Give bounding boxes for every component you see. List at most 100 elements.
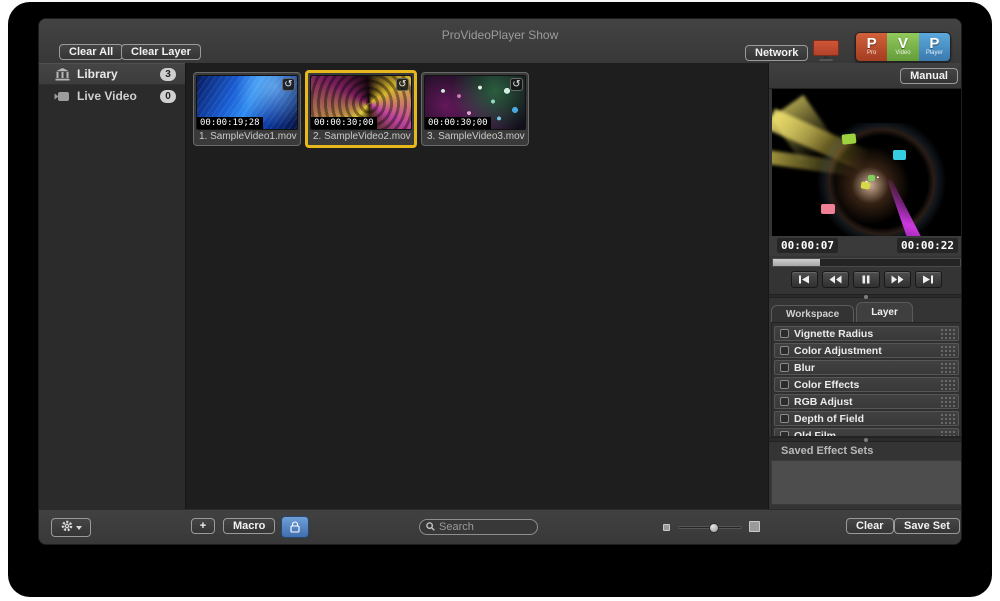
bottom-bar: + Macro Clea bbox=[39, 509, 961, 545]
logo-letter: P bbox=[929, 37, 939, 50]
playback-progress-bar[interactable] bbox=[772, 258, 961, 267]
timecode-strip: 00:00:07 00:00:22 bbox=[769, 236, 962, 256]
clear-button[interactable]: Clear bbox=[846, 518, 894, 534]
display-base bbox=[819, 59, 833, 61]
logo-cell-player: P Player bbox=[919, 33, 950, 61]
display-icon[interactable] bbox=[813, 40, 839, 62]
effect-checkbox[interactable] bbox=[780, 397, 789, 406]
skip-to-start-button[interactable] bbox=[791, 271, 818, 288]
clear-all-button[interactable]: Clear All bbox=[59, 44, 123, 60]
logo-letter: P bbox=[867, 37, 877, 50]
preview-header: Manual bbox=[769, 63, 962, 89]
effect-row-color-adjustment[interactable]: Color Adjustment bbox=[774, 343, 959, 358]
inspector-tabs: Workspace Layer bbox=[771, 302, 915, 322]
floating-square bbox=[868, 175, 875, 181]
network-button[interactable]: Network bbox=[745, 45, 808, 61]
clip-cell-2-selected[interactable]: 00:00:30;00 ↺ 2. SampleVideo2.mov bbox=[305, 70, 417, 148]
drag-handle-icon[interactable] bbox=[940, 379, 955, 390]
sidebar-item-live-video[interactable]: Live Video 0 bbox=[39, 85, 185, 107]
effect-label: Color Effects bbox=[794, 379, 940, 391]
clip-cell-1[interactable]: 00:00:19;28 ↺ 1. SampleVideo1.mov bbox=[193, 72, 301, 146]
preview-video bbox=[772, 89, 961, 236]
search-icon bbox=[426, 518, 435, 536]
library-count-badge: 3 bbox=[160, 68, 176, 81]
zoom-slider-track[interactable] bbox=[678, 526, 742, 529]
saved-effect-sets-list[interactable] bbox=[771, 460, 962, 505]
tab-workspace[interactable]: Workspace bbox=[771, 305, 854, 322]
panel-divider[interactable] bbox=[769, 294, 962, 298]
effect-checkbox[interactable] bbox=[780, 346, 789, 355]
tab-layer[interactable]: Layer bbox=[856, 302, 913, 322]
stage: ProVideoPlayer Show Clear All Clear Laye… bbox=[0, 0, 1000, 601]
zoom-slider-knob[interactable] bbox=[709, 523, 719, 533]
logo-letter: V bbox=[898, 37, 908, 50]
effect-row-blur[interactable]: Blur bbox=[774, 360, 959, 375]
effect-row-color-effects[interactable]: Color Effects bbox=[774, 377, 959, 392]
sidebar-item-library[interactable]: Library 3 bbox=[39, 63, 185, 85]
save-set-button[interactable]: Save Set bbox=[894, 518, 960, 534]
gear-icon bbox=[61, 520, 73, 535]
preview-artwork bbox=[772, 123, 961, 236]
library-icon bbox=[53, 67, 71, 81]
panel-divider[interactable] bbox=[769, 437, 962, 442]
effect-row-rgb-adjust[interactable]: RGB Adjust bbox=[774, 394, 959, 409]
media-bin-icon[interactable] bbox=[281, 516, 309, 538]
macro-button[interactable]: Macro bbox=[223, 518, 275, 534]
effect-label: Depth of Field bbox=[794, 413, 940, 425]
clip-thumbnail: 00:00:30;00 ↺ bbox=[424, 75, 526, 130]
clear-layer-button[interactable]: Clear Layer bbox=[121, 44, 201, 60]
loop-icon[interactable]: ↺ bbox=[510, 78, 523, 91]
chevron-down-icon bbox=[76, 526, 82, 530]
clip-name: 1. SampleVideo1.mov bbox=[196, 130, 298, 143]
drag-handle-icon[interactable] bbox=[940, 396, 955, 407]
app-window: ProVideoPlayer Show Clear All Clear Laye… bbox=[38, 18, 962, 545]
sidebar-item-label: Live Video bbox=[77, 89, 160, 103]
rewind-button[interactable] bbox=[822, 271, 849, 288]
effect-row-old-film[interactable]: Old Film bbox=[774, 428, 959, 437]
effect-label: RGB Adjust bbox=[794, 396, 940, 408]
effect-label: Vignette Radius bbox=[794, 328, 940, 340]
floating-square bbox=[821, 204, 835, 214]
pause-button[interactable] bbox=[853, 271, 880, 288]
titlebar: ProVideoPlayer Show Clear All Clear Laye… bbox=[39, 19, 961, 63]
effect-label: Old Film bbox=[794, 430, 940, 438]
add-bin-button[interactable]: + bbox=[191, 518, 215, 534]
effect-label: Blur bbox=[794, 362, 940, 374]
video-camera-icon bbox=[53, 89, 71, 103]
clip-timecode: 00:00:30;00 bbox=[425, 117, 491, 129]
fast-forward-button[interactable] bbox=[884, 271, 911, 288]
skip-to-end-button[interactable] bbox=[915, 271, 942, 288]
sidebar: Library 3 Live Video 0 bbox=[39, 63, 186, 509]
effect-checkbox[interactable] bbox=[780, 380, 789, 389]
floating-square bbox=[893, 150, 906, 160]
drag-handle-icon[interactable] bbox=[940, 430, 955, 437]
drag-handle-icon[interactable] bbox=[940, 328, 955, 339]
effect-checkbox[interactable] bbox=[780, 363, 789, 372]
effect-checkbox[interactable] bbox=[780, 329, 789, 338]
logo-cell-video: V Video bbox=[887, 33, 918, 61]
clip-cell-3[interactable]: 00:00:30;00 ↺ 3. SampleVideo3.mov bbox=[421, 72, 529, 146]
drag-handle-icon[interactable] bbox=[940, 362, 955, 373]
drag-handle-icon[interactable] bbox=[940, 345, 955, 356]
loop-icon[interactable]: ↺ bbox=[282, 78, 295, 91]
effect-row-vignette-radius[interactable]: Vignette Radius bbox=[774, 326, 959, 341]
action-menu-button[interactable] bbox=[51, 518, 91, 537]
logo-caption: Video bbox=[895, 50, 910, 57]
effect-checkbox[interactable] bbox=[780, 414, 789, 423]
search-input[interactable] bbox=[439, 521, 531, 533]
media-bin-canvas[interactable]: 00:00:19;28 ↺ 1. SampleVideo1.mov 00:00:… bbox=[186, 63, 768, 509]
clip-name: 3. SampleVideo3.mov bbox=[424, 130, 526, 143]
thumbnail-zoom-control bbox=[663, 518, 763, 536]
clip-thumbnail: 00:00:19;28 ↺ bbox=[196, 75, 298, 130]
sidebar-item-label: Library bbox=[77, 67, 160, 81]
divider-grab-dot bbox=[864, 438, 868, 442]
manual-button[interactable]: Manual bbox=[900, 68, 958, 84]
loop-icon[interactable]: ↺ bbox=[396, 78, 409, 91]
search-field[interactable] bbox=[419, 519, 538, 535]
pvp-logo: P Pro V Video P Player bbox=[855, 32, 951, 62]
drag-handle-icon[interactable] bbox=[940, 413, 955, 424]
effect-row-depth-of-field[interactable]: Depth of Field bbox=[774, 411, 959, 426]
elapsed-timecode: 00:00:07 bbox=[777, 238, 838, 253]
large-thumbnail-icon bbox=[749, 521, 760, 532]
logo-caption: Player bbox=[926, 50, 943, 57]
